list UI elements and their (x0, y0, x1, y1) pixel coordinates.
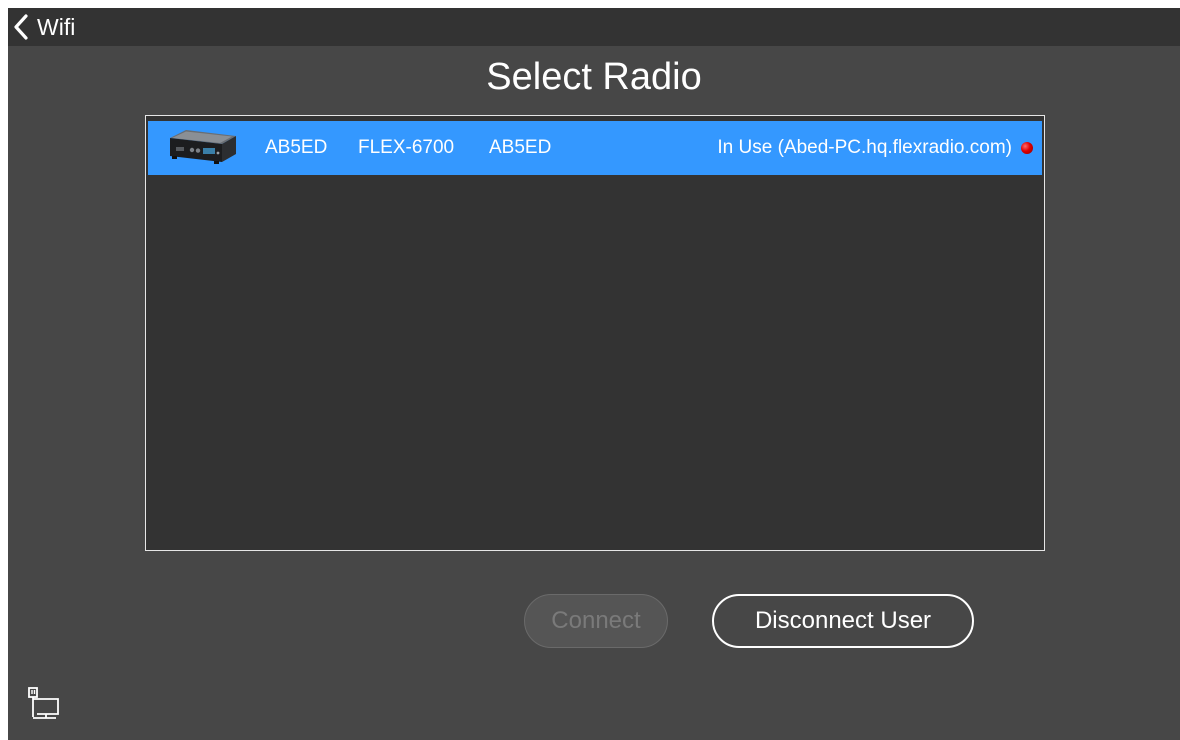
top-bar: Wifi (8, 8, 1180, 46)
back-button[interactable]: Wifi (12, 11, 75, 43)
status-dot-icon (1021, 142, 1033, 154)
chevron-left-icon (12, 13, 30, 41)
radio-model: FLEX-6700 (358, 137, 455, 158)
radio-nickname: AB5ED (265, 137, 328, 158)
back-label: Wifi (37, 14, 76, 40)
app-window: Wifi Select Radio AB5ED FLEX-6700 AB5ED … (8, 8, 1180, 740)
radio-list[interactable]: AB5ED FLEX-6700 AB5ED In Use (Abed-PC.hq… (145, 115, 1045, 551)
radio-callsign: AB5ED (489, 137, 552, 158)
page-title: Select Radio (486, 56, 702, 98)
radio-list-item[interactable]: AB5ED FLEX-6700 AB5ED In Use (Abed-PC.hq… (148, 121, 1042, 175)
connect-button[interactable]: Connect (524, 594, 668, 648)
wired-network-icon[interactable] (24, 684, 66, 726)
radio-status: In Use (Abed-PC.hq.flexradio.com) (717, 137, 1012, 158)
disconnect-user-button[interactable]: Disconnect User (712, 594, 974, 648)
radio-device-thumbnail (162, 128, 238, 168)
